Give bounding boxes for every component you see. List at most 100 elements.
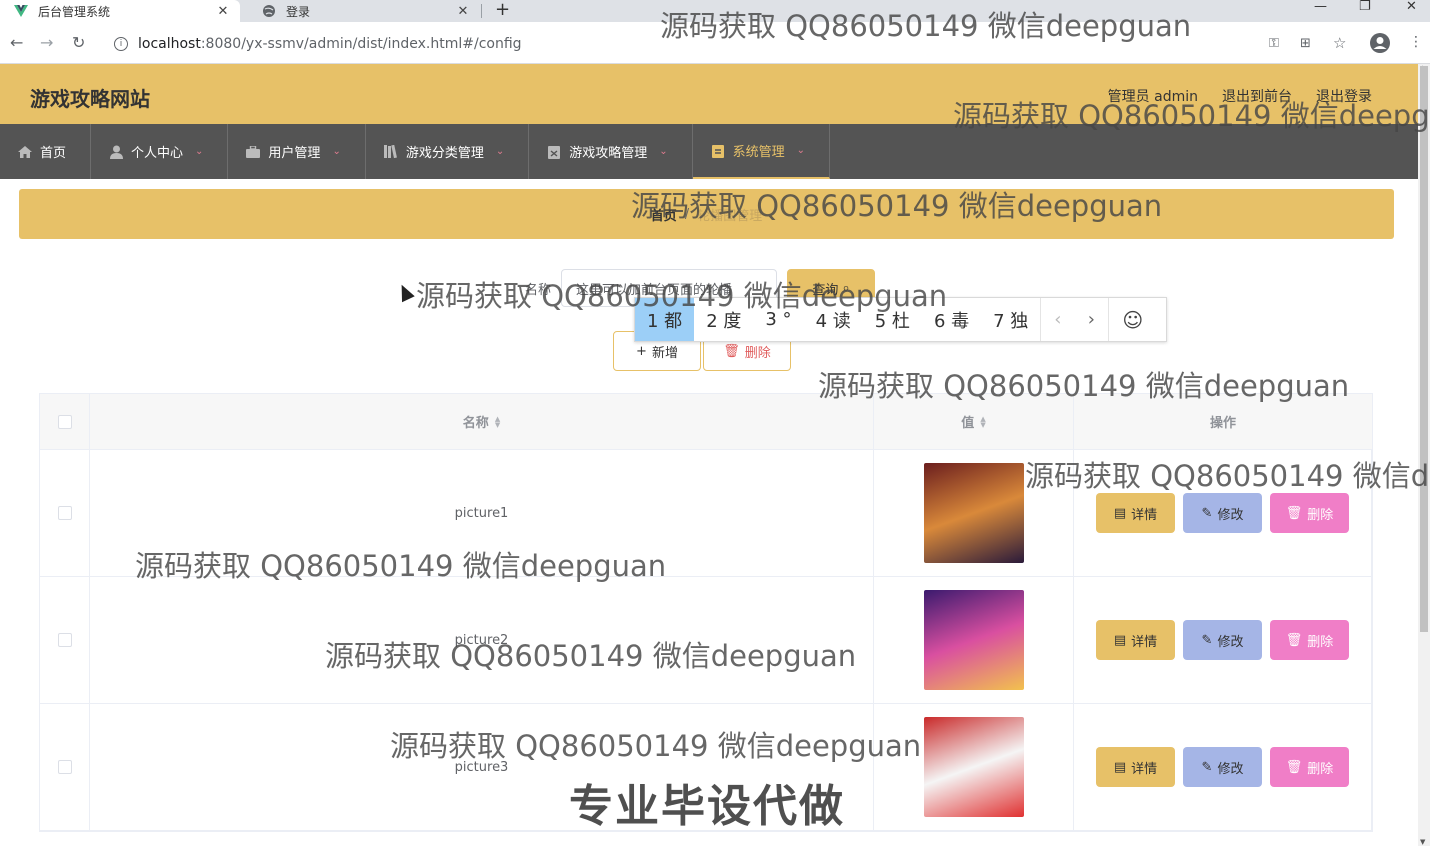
delete-button[interactable]: 🗑︎ 删除	[1270, 620, 1349, 660]
delete-label: 删除	[1307, 634, 1334, 650]
close-icon[interactable]: ✕	[216, 4, 230, 19]
forward-arrow-icon[interactable]: →	[40, 34, 53, 52]
carousel-image[interactable]	[923, 463, 1024, 563]
delete-label: 删除	[1307, 507, 1334, 523]
actions-cell: ▤ 详情 ✎ 修改 🗑︎ 删除	[1074, 450, 1372, 576]
nav-label: 首页	[40, 146, 67, 161]
ime-candidate[interactable]: 7 独	[981, 298, 1040, 341]
trash-icon: 🗑︎	[723, 343, 740, 359]
tab-title: 后台管理系统	[38, 4, 111, 19]
address-bar: ← → ↻ i localhost:8080/yx-ssmv/admin/dis…	[0, 22, 1430, 64]
browser-tab-login[interactable]: 登录 ✕	[248, 0, 480, 22]
breadcrumb-home[interactable]: 首页	[651, 205, 677, 224]
new-tab-button[interactable]: +	[495, 0, 510, 20]
scroll-thumb[interactable]	[1420, 66, 1428, 632]
ime-candidate[interactable]: 3 °	[753, 298, 803, 341]
pencil-icon: ✎	[1201, 505, 1213, 521]
detail-button[interactable]: ▤ 详情	[1096, 747, 1175, 787]
detail-button[interactable]: ▤ 详情	[1096, 493, 1175, 533]
chevron-left-icon[interactable]: ‹	[1040, 298, 1074, 341]
query-label: 查询	[812, 282, 839, 298]
reload-icon[interactable]: ↻	[72, 34, 85, 52]
document-icon: ▤	[1113, 759, 1127, 775]
tab-divider	[481, 4, 482, 18]
url-field[interactable]: i localhost:8080/yx-ssmv/admin/dist/inde…	[104, 29, 1398, 58]
nav-label: 游戏分类管理	[405, 146, 484, 161]
star-icon[interactable]: ☆	[1333, 34, 1346, 52]
translate-icon[interactable]: ⊞	[1300, 36, 1311, 51]
name-cell: picture1	[90, 450, 874, 576]
pencil-icon: ✎	[1201, 632, 1213, 648]
nav-item-users[interactable]: 用户管理 ⌄	[228, 124, 366, 179]
delete-button[interactable]: 🗑︎ 删除	[1270, 747, 1349, 787]
browser-tab-active[interactable]: 后台管理系统 ✕	[0, 0, 240, 22]
column-header-value[interactable]: 值 ▲ ▼	[874, 394, 1074, 449]
emoji-icon[interactable]: ☺	[1108, 298, 1156, 341]
row-checkbox[interactable]	[57, 760, 72, 774]
chevron-right-icon[interactable]: ›	[1074, 298, 1108, 341]
detail-button[interactable]: ▤ 详情	[1096, 620, 1175, 660]
ime-candidate[interactable]: 5 杜	[863, 298, 922, 341]
restore-button[interactable]: ❐	[1359, 0, 1371, 16]
table-row: picture1 ▤ 详情 ✎ 修改 🗑︎ 删除	[40, 450, 1372, 577]
table-row: picture2 ▤ 详情 ✎ 修改 🗑︎ 删除	[40, 577, 1372, 704]
page-scrollbar[interactable]: ▲ ▼	[1418, 64, 1430, 846]
app-title: 游戏攻略网站	[30, 87, 150, 111]
nav-label: 游戏攻略管理	[569, 146, 648, 161]
logout-link[interactable]: 退出登录	[1316, 86, 1372, 106]
select-all-checkbox[interactable]	[57, 414, 72, 429]
nav-item-personal[interactable]: 个人中心 ⌄	[91, 124, 229, 179]
window-close-button[interactable]: ✕	[1406, 0, 1417, 16]
row-checkbox-cell	[40, 704, 90, 830]
detail-label: 详情	[1131, 507, 1158, 523]
detail-label: 详情	[1131, 761, 1158, 777]
row-checkbox[interactable]	[57, 506, 72, 520]
ime-candidate[interactable]: 2 度	[694, 298, 753, 341]
delete-label: 删除	[744, 345, 771, 361]
trash-icon: 🗑︎	[1285, 505, 1303, 521]
profile-avatar[interactable]	[1369, 32, 1391, 58]
nav-item-game-guide[interactable]: 游戏攻略管理 ⌄	[529, 124, 693, 179]
minimize-button[interactable]: —	[1314, 0, 1327, 16]
key-icon[interactable]: ⚿	[1269, 36, 1279, 51]
nav-item-home[interactable]: 首页	[0, 124, 92, 179]
sort-icon[interactable]: ▲ ▼	[495, 415, 500, 428]
document-icon: ▤	[1113, 632, 1127, 648]
nav-item-game-category[interactable]: 游戏分类管理 ⌄	[366, 124, 530, 179]
chevron-down-icon: ⌄	[796, 145, 806, 156]
edit-button[interactable]: ✎ 修改	[1183, 747, 1262, 787]
edit-label: 修改	[1217, 507, 1244, 523]
actions-cell: ▤ 详情 ✎ 修改 🗑︎ 删除	[1074, 704, 1372, 830]
vue-logo-icon	[14, 4, 28, 18]
header-links: 管理员 admin 退出到前台 退出登录	[1108, 86, 1372, 106]
edit-button[interactable]: ✎ 修改	[1183, 493, 1262, 533]
browser-tabbar: 后台管理系统 ✕ 登录 ✕ + — ❐ ✕	[0, 0, 1430, 22]
more-menu-icon[interactable]: ⋮	[1409, 34, 1423, 50]
breadcrumb-current: 轮播图管理	[697, 208, 763, 224]
info-icon[interactable]: i	[114, 36, 128, 51]
scroll-down-icon[interactable]: ▼	[1420, 838, 1425, 846]
carousel-image[interactable]	[923, 590, 1024, 690]
close-icon[interactable]: ✕	[456, 4, 470, 19]
nav-label: 系统管理	[732, 145, 785, 160]
ime-candidate[interactable]: 1 都	[635, 298, 695, 341]
back-arrow-icon[interactable]: ←	[10, 34, 23, 52]
sort-icon[interactable]: ▲ ▼	[980, 415, 985, 428]
admin-user-label: 管理员 admin	[1107, 89, 1198, 105]
row-checkbox[interactable]	[57, 633, 72, 647]
ime-candidate[interactable]: 6 毒	[922, 298, 981, 341]
config-table: 名称 ▲ ▼ 值 ▲ ▼ 操作 picture1 ▤ 详情 ✎ 修改 🗑︎ 删除 pictur…	[39, 393, 1373, 832]
url-path: :8080/yx-ssmv/admin/dist/index.html#/con…	[200, 35, 522, 52]
carousel-image[interactable]	[923, 717, 1024, 817]
edit-button[interactable]: ✎ 修改	[1183, 620, 1262, 660]
value-cell	[874, 704, 1074, 830]
back-to-front-link[interactable]: 退出到前台	[1222, 86, 1292, 106]
nav-item-system[interactable]: 系统管理 ⌄	[692, 124, 831, 179]
column-label: 名称	[462, 416, 489, 431]
delete-button[interactable]: 🗑︎ 删除	[1270, 493, 1349, 533]
value-cell	[874, 450, 1074, 576]
watermark-big: 专业毕设代做	[569, 781, 845, 832]
ime-candidate[interactable]: 4 读	[804, 298, 863, 341]
column-header-name[interactable]: 名称 ▲ ▼	[90, 394, 874, 449]
edit-label: 修改	[1217, 761, 1244, 777]
